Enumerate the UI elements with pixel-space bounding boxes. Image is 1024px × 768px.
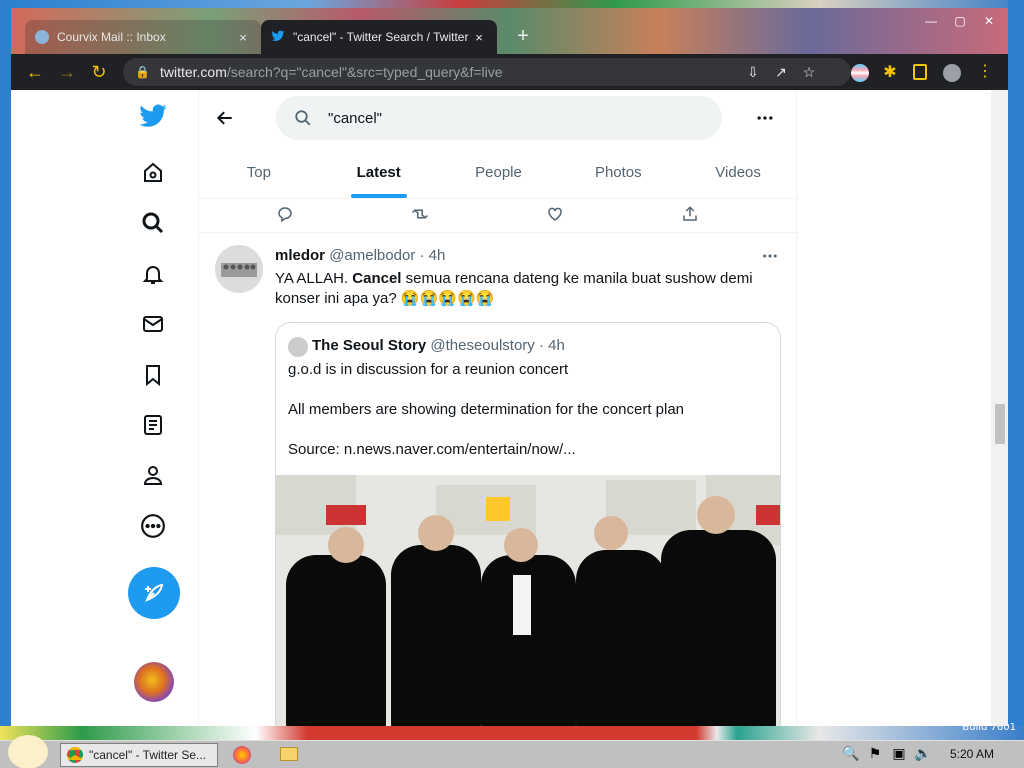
tray-network-icon[interactable]: ▣	[890, 745, 908, 763]
compose-tweet-button[interactable]	[128, 567, 180, 619]
start-button[interactable]	[8, 735, 48, 768]
browser-toolbar: ← → ↻ 🔒 twitter.com/search?q="cancel"&sr…	[11, 54, 1008, 90]
quoted-tweet-header: The Seoul Story @theseoulstory · 4h	[312, 337, 565, 354]
quoted-text-line: Source: n.news.naver.com/entertain/now/.…	[288, 441, 576, 458]
tweet-header: mledor @amelbodor · 4h	[275, 247, 445, 264]
minimize-button[interactable]: —	[916, 12, 946, 30]
tab-videos[interactable]: Videos	[678, 146, 798, 198]
browser-menu-icon[interactable]: ⋮	[977, 60, 993, 84]
tab-twitter-search[interactable]: "cancel" - Twitter Search / Twitter ×	[261, 20, 497, 54]
tray-flag-icon[interactable]: ⚑	[866, 745, 884, 763]
tray-volume-icon[interactable]: 🔊	[914, 745, 932, 763]
separator-dot: ·	[419, 247, 425, 264]
tweet[interactable]: mledor @amelbodor · 4h YA ALLAH. Cancel …	[199, 233, 798, 726]
twitter-favicon-icon	[271, 29, 285, 46]
feather-quill-icon	[145, 583, 164, 602]
quoted-text-line: g.o.d is in discussion for a reunion con…	[288, 361, 569, 378]
close-window-button[interactable]: ✕	[974, 12, 1004, 30]
search-field[interactable]	[276, 96, 722, 140]
more-circle-icon[interactable]	[133, 506, 173, 546]
tweet-timestamp[interactable]: 4h	[429, 247, 446, 264]
forward-arrow-icon[interactable]: →	[55, 60, 79, 84]
taskbar-clock[interactable]: 5:20 AM	[950, 747, 994, 761]
search-icon	[295, 110, 311, 126]
pride-flag-extension-icon[interactable]	[851, 64, 869, 82]
twitter-sidebar	[11, 90, 197, 726]
page-scrollbar[interactable]	[991, 90, 1008, 726]
maximize-button[interactable]: ▢	[945, 12, 975, 30]
tweet-more-icon[interactable]	[761, 247, 781, 267]
browser-titlebar[interactable]: Courvix Mail :: Inbox × "cancel" - Twitt…	[11, 8, 1008, 54]
bookmarks-icon[interactable]	[133, 355, 173, 395]
desktop-wallpaper-left	[0, 0, 11, 740]
search-match-highlight: Cancel	[352, 270, 402, 287]
tab-title: "cancel" - Twitter Search / Twitter	[293, 30, 469, 44]
back-arrow-icon[interactable]: ←	[23, 60, 47, 84]
share-upload-icon[interactable]	[681, 205, 701, 225]
side-panel-icon[interactable]	[913, 64, 927, 80]
mail-favicon-icon	[35, 30, 49, 44]
tab-title: Courvix Mail :: Inbox	[57, 30, 166, 44]
previous-tweet-actions	[199, 199, 798, 233]
notifications-bell-icon[interactable]	[133, 254, 173, 294]
separator-dot: ·	[538, 337, 544, 354]
twitter-page: Top Latest People Photos Videos	[11, 90, 1008, 726]
tab-mail-inbox[interactable]: Courvix Mail :: Inbox ×	[25, 20, 261, 54]
tab-close-icon[interactable]: ×	[235, 30, 251, 45]
tray-search-icon[interactable]: 🔍	[842, 745, 860, 763]
reply-icon[interactable]	[276, 205, 296, 225]
folder-icon[interactable]	[280, 747, 298, 761]
scrollbar-thumb[interactable]	[995, 404, 1005, 444]
profile-avatar-icon[interactable]	[943, 64, 961, 82]
tweet-author-avatar[interactable]	[215, 245, 263, 293]
profile-icon[interactable]	[133, 455, 173, 495]
quoted-author-name[interactable]: The Seoul Story	[312, 337, 426, 354]
tab-photos[interactable]: Photos	[558, 146, 678, 198]
install-icon[interactable]: ⇩	[743, 64, 763, 81]
desktop-wallpaper-right	[1008, 0, 1024, 740]
reload-icon[interactable]: ↻	[87, 60, 111, 84]
tab-people[interactable]: People	[439, 146, 559, 198]
share-icon[interactable]: ↗	[771, 64, 791, 81]
retweet-icon[interactable]	[411, 205, 431, 225]
back-arrow-icon[interactable]	[215, 108, 239, 132]
more-options-icon[interactable]	[755, 108, 779, 132]
quoted-tweet[interactable]: The Seoul Story @theseoulstory · 4h g.o.…	[275, 322, 781, 726]
tab-latest[interactable]: Latest	[319, 146, 439, 198]
new-tab-button[interactable]: +	[511, 24, 535, 48]
home-icon[interactable]	[133, 153, 173, 193]
messages-mail-icon[interactable]	[133, 304, 173, 344]
windows-taskbar: "cancel" - Twitter Se... 🔍 ⚑ ▣ 🔊 5:20 AM	[0, 735, 1024, 768]
lists-icon[interactable]	[133, 405, 173, 445]
bookmark-star-icon[interactable]: ☆	[799, 64, 819, 81]
desktop-wallpaper-bottom	[0, 726, 1024, 740]
tab-top[interactable]: Top	[199, 146, 319, 198]
search-tabs: Top Latest People Photos Videos	[199, 146, 798, 199]
chrome-icon	[67, 747, 83, 763]
tweet-author-name[interactable]: mledor	[275, 247, 325, 264]
explore-search-icon[interactable]	[133, 203, 173, 243]
url-text[interactable]: twitter.com/search?q="cancel"&src=typed_…	[160, 64, 503, 80]
lock-icon[interactable]: 🔒	[135, 65, 150, 79]
address-bar[interactable]: 🔒 twitter.com/search?q="cancel"&src=type…	[123, 58, 851, 86]
account-avatar[interactable]	[134, 662, 174, 702]
browser-window: Courvix Mail :: Inbox × "cancel" - Twitt…	[11, 8, 1008, 726]
tweet-text: YA ALLAH. Cancel semua rencana dateng ke…	[275, 270, 753, 307]
quoted-timestamp[interactable]: 4h	[548, 337, 565, 354]
search-results-column: Top Latest People Photos Videos	[198, 90, 798, 726]
puzzle-extensions-icon[interactable]: ✱	[881, 64, 899, 82]
quoted-tweet-photo[interactable]	[276, 475, 780, 726]
search-input[interactable]	[328, 109, 688, 127]
tab-close-icon[interactable]: ×	[471, 30, 487, 45]
taskbar-chrome-window[interactable]: "cancel" - Twitter Se...	[60, 743, 218, 767]
firefox-icon[interactable]	[233, 746, 251, 764]
tweet-author-handle[interactable]: @amelbodor	[329, 247, 415, 264]
twitter-logo-icon[interactable]	[133, 96, 173, 136]
like-heart-icon[interactable]	[546, 205, 566, 225]
quoted-author-avatar[interactable]	[288, 337, 308, 357]
quoted-author-handle[interactable]: @theseoulstory	[430, 337, 534, 354]
quoted-text-line: All members are showing determination fo…	[288, 401, 685, 418]
